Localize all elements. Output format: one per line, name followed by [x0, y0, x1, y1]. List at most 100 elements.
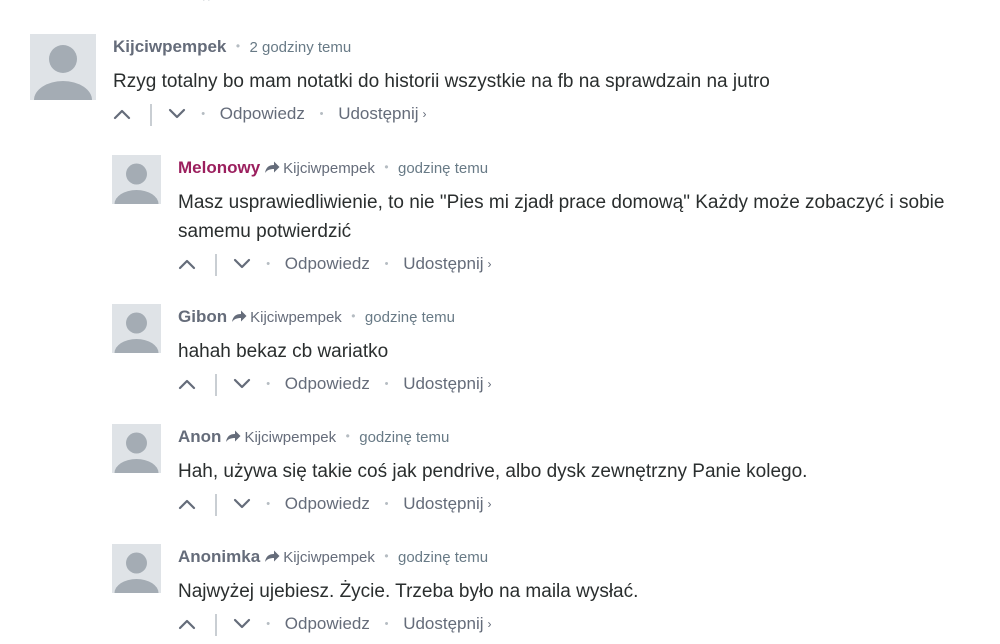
share-label: Udostępnij — [403, 374, 484, 393]
chevron-up-icon — [178, 379, 196, 389]
default-avatar-icon — [112, 304, 161, 353]
chevron-up-icon — [113, 109, 131, 119]
vote-divider — [214, 613, 217, 636]
avatar[interactable] — [112, 304, 161, 353]
share-label: Udostępnij — [403, 614, 484, 633]
chevron-up-icon — [178, 259, 196, 269]
action-separator: • — [266, 618, 271, 630]
action-separator: • — [319, 108, 324, 120]
avatar[interactable] — [112, 155, 161, 204]
reply-to-author[interactable]: Kijciwpempek — [250, 309, 342, 326]
action-separator: • — [201, 108, 206, 120]
downvote-button[interactable] — [233, 253, 251, 277]
chevron-down-icon — [234, 498, 251, 508]
action-separator: • — [266, 498, 271, 510]
meta-separator: • — [235, 39, 241, 53]
comment-timestamp[interactable]: godzinę temu — [398, 549, 488, 566]
comment-actions: • Odpowiedz • Udostępnij › — [178, 612, 978, 636]
vote-divider — [214, 493, 217, 516]
share-button[interactable]: Udostępnij › — [403, 614, 491, 633]
reply-button[interactable]: Odpowiedz — [220, 104, 305, 123]
action-separator: • — [384, 618, 389, 630]
comment-actions: • Odpowiedz • Udostępnij › — [178, 252, 978, 276]
share-chevron-icon: › — [487, 377, 492, 391]
share-button[interactable]: Udostępnij › — [403, 254, 491, 273]
share-button[interactable]: Udostępnij › — [338, 104, 426, 123]
comment-meta: Melonowy Kijciwpempek • godzinę temu — [178, 157, 978, 179]
vote-divider — [214, 373, 217, 396]
meta-separator: • — [384, 549, 389, 563]
default-avatar-icon — [30, 34, 96, 100]
chevron-down-icon — [234, 618, 251, 628]
meta-separator: • — [345, 429, 350, 443]
share-arrow-icon — [232, 310, 247, 322]
action-separator: • — [384, 378, 389, 390]
share-chevron-icon: › — [487, 257, 492, 271]
share-chevron-icon: › — [487, 617, 492, 631]
comment-text: hahah bekaz cb wariatko — [178, 341, 389, 362]
share-chevron-icon: › — [422, 107, 427, 121]
default-avatar-icon — [112, 544, 161, 593]
comment-actions: • Odpowiedz • Udostępnij › — [178, 492, 978, 516]
comment-meta: Anonimka Kijciwpempek • godzinę temu — [178, 546, 978, 568]
share-arrow-icon — [265, 161, 280, 173]
meta-separator: • — [384, 160, 389, 174]
upvote-button[interactable] — [178, 373, 196, 397]
downvote-button[interactable] — [233, 493, 251, 517]
author-name[interactable]: Anon — [178, 427, 221, 446]
share-label: Udostępnij — [403, 254, 484, 273]
avatar[interactable] — [112, 424, 161, 473]
vote-divider — [214, 253, 217, 276]
top-caret-fragment: ^ — [203, 0, 210, 8]
meta-separator: • — [351, 309, 356, 323]
share-label: Udostępnij — [403, 494, 484, 513]
comment-meta: Anon Kijciwpempek • godzinę temu — [178, 426, 978, 448]
downvote-button[interactable] — [233, 613, 251, 637]
share-chevron-icon: › — [487, 497, 492, 511]
reply-to-author[interactable]: Kijciwpempek — [283, 549, 375, 566]
comment-timestamp[interactable]: godzinę temu — [398, 160, 488, 177]
comment-meta: Gibon Kijciwpempek • godzinę temu — [178, 306, 978, 328]
comment-text: Masz usprawiedliwienie, to nie "Pies mi … — [178, 192, 945, 242]
vote-divider — [149, 103, 152, 126]
downvote-button[interactable] — [168, 103, 186, 127]
avatar[interactable] — [112, 544, 161, 593]
chevron-up-icon — [178, 499, 196, 509]
author-name[interactable]: Anonimka — [178, 547, 260, 566]
downvote-button[interactable] — [233, 373, 251, 397]
share-arrow-icon — [226, 430, 241, 442]
reply-button[interactable]: Odpowiedz — [285, 494, 370, 513]
comment-text: Rzyg totalny bo mam notatki do historii … — [113, 71, 770, 92]
action-separator: • — [384, 258, 389, 270]
share-button[interactable]: Udostępnij › — [403, 494, 491, 513]
reply-button[interactable]: Odpowiedz — [285, 614, 370, 633]
comment-meta: Kijciwpempek • 2 godziny temu — [113, 36, 973, 58]
comment-text: Hah, używa się takie coś jak pendrive, a… — [178, 461, 808, 482]
comment-timestamp[interactable]: godzinę temu — [359, 429, 449, 446]
reply-button[interactable]: Odpowiedz — [285, 374, 370, 393]
reply-to-author[interactable]: Kijciwpempek — [244, 429, 336, 446]
chevron-down-icon — [234, 258, 251, 268]
author-name[interactable]: Kijciwpempek — [113, 37, 226, 56]
comment-thread: ^ Kijciwpempek • 2 godziny temu Rzyg tot… — [0, 0, 1000, 644]
reply-button[interactable]: Odpowiedz — [285, 254, 370, 273]
comment-actions: • Odpowiedz • Udostępnij › — [113, 102, 973, 126]
comment-timestamp[interactable]: godzinę temu — [365, 309, 455, 326]
author-name[interactable]: Melonowy — [178, 158, 260, 177]
action-separator: • — [266, 378, 271, 390]
upvote-button[interactable] — [178, 253, 196, 277]
share-label: Udostępnij — [338, 104, 419, 123]
comment-timestamp[interactable]: 2 godziny temu — [249, 39, 351, 56]
reply-to-author[interactable]: Kijciwpempek — [283, 160, 375, 177]
comment-actions: • Odpowiedz • Udostępnij › — [178, 372, 978, 396]
chevron-down-icon — [234, 378, 251, 388]
chevron-down-icon — [169, 108, 186, 118]
upvote-button[interactable] — [178, 613, 196, 637]
avatar[interactable] — [30, 34, 96, 100]
author-name[interactable]: Gibon — [178, 307, 227, 326]
upvote-button[interactable] — [113, 103, 131, 127]
share-arrow-icon — [265, 550, 280, 562]
default-avatar-icon — [112, 424, 161, 473]
share-button[interactable]: Udostępnij › — [403, 374, 491, 393]
upvote-button[interactable] — [178, 493, 196, 517]
